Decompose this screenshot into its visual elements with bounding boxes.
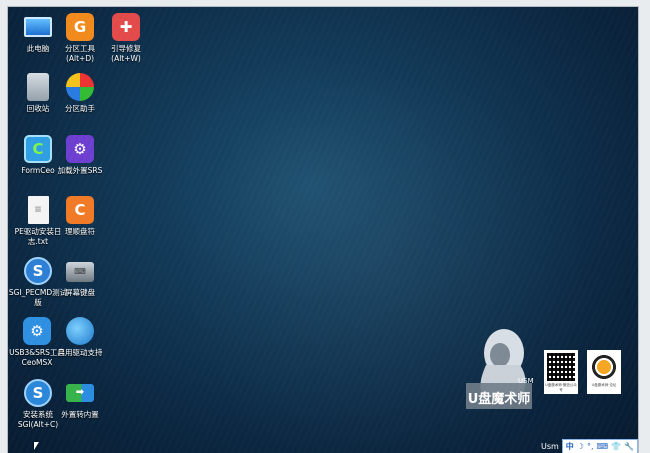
keyboard-icon: ⌨ — [66, 262, 94, 282]
chinese-mode-icon[interactable]: 中 — [566, 441, 574, 452]
gear-icon: ⚙ — [23, 317, 51, 345]
icon-label: 加载外置SRS — [57, 166, 103, 175]
moon-icon[interactable]: ☽ — [577, 442, 584, 451]
icon-label: 安装系统SGI(Alt+C) — [17, 410, 59, 429]
icon-label: 引导修复 (Alt+W) — [111, 44, 141, 63]
icon-label: 分区工具 (Alt+D) — [65, 44, 95, 63]
drive-letter-icon: C — [66, 196, 94, 224]
logo-text: U盘魔术师 — [468, 391, 531, 407]
mouse-cursor-icon — [34, 442, 39, 450]
arrow-right-icon: ➡ — [66, 384, 94, 402]
computer-icon — [24, 17, 52, 37]
punctuation-icon[interactable]: °, — [587, 442, 594, 451]
icon-label: 启用驱动支持 — [57, 348, 103, 357]
icon-label: 分区助手 — [65, 104, 95, 113]
load-external-srs-icon[interactable]: ⚙ 加载外置SRS — [50, 135, 110, 176]
diskgenius-icon: G — [66, 13, 94, 41]
sgi-app-icon: S — [24, 257, 52, 285]
icon-label: 理顺盘符 — [65, 227, 95, 236]
formceo-app-icon: C — [24, 135, 52, 163]
srs-icon: ⚙ — [66, 135, 94, 163]
pie-disk-icon — [66, 73, 94, 101]
sgi-setup-icon: S — [24, 379, 52, 407]
icon-label: 外置转内置 — [61, 410, 99, 419]
logo-sub-text: USM — [518, 377, 534, 385]
icon-label: 此电脑 — [26, 44, 50, 53]
wrench-icon[interactable]: 🔧 — [624, 442, 634, 451]
trash-icon — [27, 73, 49, 101]
boot-repair-icon[interactable]: ✚ 引导修复 (Alt+W) — [100, 13, 152, 64]
forum-qr: U盘魔术师·论坛 — [587, 350, 621, 394]
usm-logo: U盘魔术师 USM — [466, 329, 534, 409]
skin-icon[interactable]: 👕 — [611, 442, 621, 451]
globe-icon — [66, 317, 94, 345]
partition-assistant-icon[interactable]: 分区助手 — [54, 73, 106, 114]
qr-caption: U盘魔术师·微信公众号 — [545, 383, 577, 392]
desktop: 此电脑 回收站 C FormCeo ≡ PE驱动安装日志.txt S SGI_P… — [8, 7, 638, 453]
qr-code-icon — [547, 353, 575, 381]
arrange-drive-letters-icon[interactable]: C 理顺盘符 — [54, 196, 106, 237]
usm-label: Usm — [540, 441, 559, 451]
text-file-icon: ≡ — [27, 196, 49, 224]
icon-label: 屏幕键盘 — [65, 288, 95, 297]
screen-keyboard-icon[interactable]: ⌨ 屏幕键盘 — [54, 257, 106, 298]
enable-driver-support-icon[interactable]: 启用驱动支持 — [50, 317, 110, 358]
keyboard-icon[interactable]: ⌨ — [597, 442, 609, 451]
forum-logo-icon — [590, 353, 618, 381]
icon-label: 回收站 — [26, 104, 50, 113]
toolbox-icon: ✚ — [112, 13, 140, 41]
qr-caption: U盘魔术师·论坛 — [591, 383, 617, 387]
system-tray: Usm 中 ☽ °, ⌨ 👕 🔧 — [540, 438, 638, 453]
wechat-qr: U盘魔术师·微信公众号 — [544, 350, 578, 394]
external-to-internal-icon[interactable]: ➡ 外置转内置 — [54, 379, 106, 420]
partition-tool-icon[interactable]: G 分区工具 (Alt+D) — [54, 13, 106, 64]
ime-toolbar[interactable]: 中 ☽ °, ⌨ 👕 🔧 — [561, 438, 638, 453]
